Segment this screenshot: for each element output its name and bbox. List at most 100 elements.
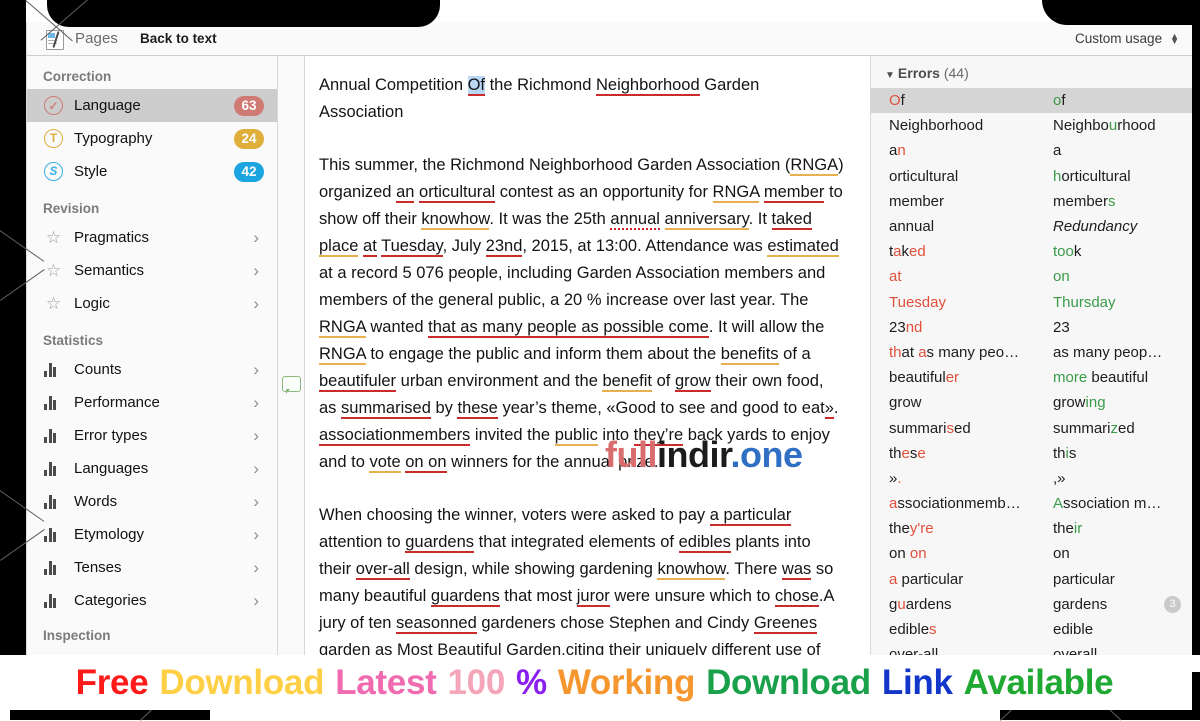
back-to-text-button[interactable]: Back to text xyxy=(140,31,217,46)
error-benefit[interactable]: benefit xyxy=(602,372,652,392)
error-tuesday[interactable]: Tuesday xyxy=(381,237,443,257)
error-knowhow[interactable]: knowhow xyxy=(657,560,726,580)
error-row[interactable]: associationmemb… Association m… xyxy=(871,491,1193,516)
custom-usage-label[interactable]: Custom usage xyxy=(1075,31,1162,46)
error-rnga[interactable]: RNGA xyxy=(319,345,366,365)
error-row[interactable]: guardens gardens 3 xyxy=(871,592,1193,617)
error-place[interactable]: place xyxy=(319,237,359,257)
error-original: member xyxy=(889,192,945,210)
error-annual[interactable]: annual xyxy=(610,210,660,230)
bar-chart-icon xyxy=(44,494,63,509)
sidebar-item-languages[interactable]: Languages › xyxy=(27,452,277,485)
error-row[interactable]: annual Redundancy xyxy=(871,214,1193,239)
sidebar-item-typography[interactable]: T Typography 24 xyxy=(27,122,277,155)
errors-list[interactable]: Of of Neighborhood Neighbourhood an a orticult… xyxy=(871,88,1193,655)
error-over-all[interactable]: over-all xyxy=(355,560,410,580)
error-at[interactable]: at xyxy=(363,237,377,257)
error-juror[interactable]: juror xyxy=(576,587,610,607)
error-suggestion: members xyxy=(1053,192,1116,210)
error-guardens[interactable]: guardens xyxy=(430,587,500,607)
sidebar-item-style[interactable]: S Style 42 xyxy=(27,155,277,188)
error-row[interactable]: edibles edible xyxy=(871,617,1193,642)
error-estimated[interactable]: estimated xyxy=(767,237,839,257)
error-beautifuler[interactable]: beautifuler xyxy=(319,372,397,392)
error-these[interactable]: these xyxy=(457,399,498,419)
status-badge: 42 xyxy=(234,161,264,182)
error-row[interactable]: an a xyxy=(871,138,1193,163)
error-row[interactable]: taked took xyxy=(871,239,1193,264)
error-row[interactable]: Of of xyxy=(871,88,1193,114)
sidebar-item-tenses[interactable]: Tenses › xyxy=(27,551,277,584)
error-row[interactable]: these this xyxy=(871,441,1193,466)
sidebar-item-categories[interactable]: Categories › xyxy=(27,584,277,617)
error-row[interactable]: Tuesday Thursday xyxy=(871,290,1193,315)
triangle-down-icon[interactable]: ▼ xyxy=(885,70,895,81)
sidebar-item-semantics[interactable]: ☆ Semantics › xyxy=(27,254,277,287)
error-row[interactable]: ». ,» xyxy=(871,466,1193,491)
error-row[interactable]: that as many peo… as many peop… xyxy=(871,340,1193,365)
sidebar-item-logic[interactable]: ☆ Logic › xyxy=(27,287,277,320)
text-run: that most xyxy=(499,587,577,605)
error-row[interactable]: on on on xyxy=(871,541,1193,566)
error-rnga[interactable]: RNGA xyxy=(790,156,839,176)
error-rnga[interactable]: RNGA xyxy=(712,183,760,203)
error-taked[interactable]: taked xyxy=(771,210,812,230)
error-associationmembers[interactable]: associationmembers xyxy=(319,426,471,446)
error-row[interactable]: orticultural horticultural xyxy=(871,164,1193,189)
text-run: . It will allow the xyxy=(708,318,825,336)
error-anniversary[interactable]: anniversary xyxy=(664,210,749,230)
errors-panel-header[interactable]: ▼ Errors (44) xyxy=(871,56,1193,88)
chevron-right-icon: › xyxy=(253,459,259,478)
sidebar-item-pragmatics[interactable]: ☆ Pragmatics › xyxy=(27,221,277,254)
error-knowhow[interactable]: knowhow xyxy=(421,210,490,230)
error-that-clause[interactable]: that as many people as possible come xyxy=(428,318,709,338)
error-an[interactable]: an xyxy=(396,183,415,203)
up-down-stepper-icon[interactable]: ▲ ▼ xyxy=(1170,31,1179,45)
sidebar-item-words[interactable]: Words › xyxy=(27,485,277,518)
error-summarised[interactable]: summarised xyxy=(341,399,431,419)
error-of[interactable]: Of xyxy=(467,76,486,96)
error-row[interactable]: summarised summarized xyxy=(871,415,1193,440)
error-was[interactable]: was xyxy=(781,560,812,580)
error-row[interactable]: at on xyxy=(871,264,1193,289)
error-row[interactable]: over-all overall xyxy=(871,642,1193,655)
error-row[interactable]: a particular particular xyxy=(871,567,1193,592)
error-chose[interactable]: chose xyxy=(774,587,819,607)
text-run: wanted xyxy=(365,318,429,336)
error-quote[interactable]: » xyxy=(824,399,834,419)
error-theyre[interactable]: they’re xyxy=(633,426,684,446)
sidebar-item-language[interactable]: ✓ Language 63 xyxy=(27,89,277,122)
error-public[interactable]: public xyxy=(554,426,598,446)
chevron-right-icon: › xyxy=(253,492,259,511)
sidebar-item-counts[interactable]: Counts › xyxy=(27,353,277,386)
error-orticultural[interactable]: orticultural xyxy=(419,183,496,203)
error-grow[interactable]: grow xyxy=(674,372,711,392)
error-member[interactable]: member xyxy=(763,183,825,203)
document-editor[interactable]: Annual Competition Of the Richmond Neigh… xyxy=(305,56,871,655)
error-row[interactable]: grow growing xyxy=(871,390,1193,415)
error-neighborhood[interactable]: Neighborhood xyxy=(596,76,700,96)
error-row[interactable]: they're their xyxy=(871,516,1193,541)
error-rnga[interactable]: RNGA xyxy=(319,318,366,338)
pages-label[interactable]: Pages xyxy=(75,30,118,47)
error-a-particular[interactable]: a particular xyxy=(709,506,792,526)
error-vote[interactable]: vote xyxy=(369,453,401,473)
error-original: associationmemb… xyxy=(889,495,1021,513)
sidebar-item-etymology[interactable]: Etymology › xyxy=(27,518,277,551)
error-row[interactable]: 23nd 23 xyxy=(871,315,1193,340)
error-row[interactable]: beautifuler more beautiful xyxy=(871,365,1193,390)
document-pen-icon[interactable] xyxy=(44,28,66,50)
sidebar-item-error-types[interactable]: Error types › xyxy=(27,419,277,452)
error-greenes[interactable]: Greenes xyxy=(753,614,818,634)
error-row[interactable]: member members xyxy=(871,189,1193,214)
sidebar-item-performance[interactable]: Performance › xyxy=(27,386,277,419)
chevron-right-icon: › xyxy=(253,591,259,610)
error-on-on[interactable]: on on xyxy=(405,453,447,473)
error-row[interactable]: Neighborhood Neighbourhood xyxy=(871,113,1193,138)
error-guardens[interactable]: guardens xyxy=(405,533,475,553)
error-benefits[interactable]: benefits xyxy=(720,345,779,365)
error-edibles[interactable]: edibles xyxy=(678,533,731,553)
error-23nd[interactable]: 23nd xyxy=(485,237,523,257)
comment-bubble-icon[interactable] xyxy=(282,376,301,394)
error-seasonned[interactable]: seasonned xyxy=(396,614,477,634)
